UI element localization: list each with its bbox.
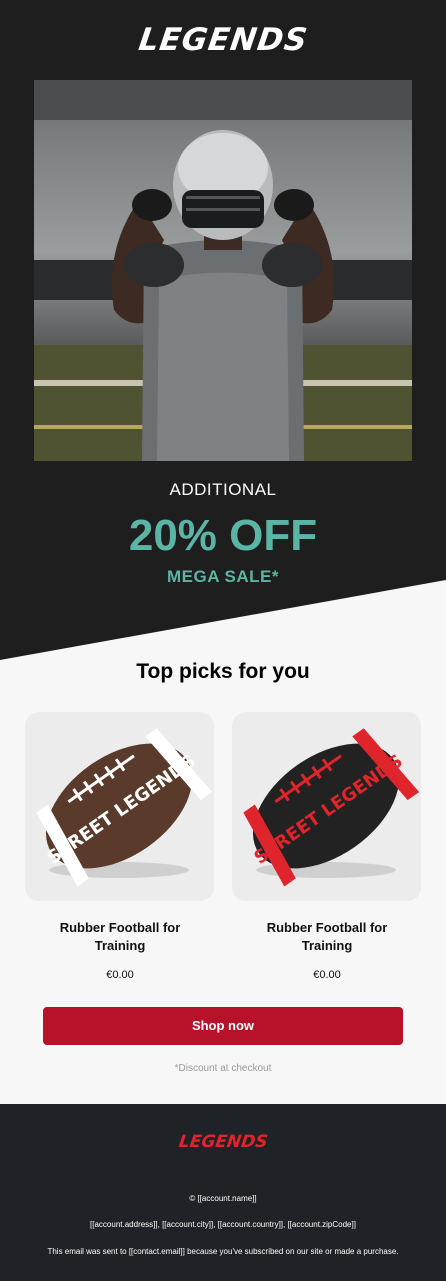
footer-logo[interactable]: LEGENDS — [0, 1132, 446, 1152]
hero-section: LEGENDS ADDITIONAL 20% OFF MEGA SALE* — [0, 0, 446, 660]
footer-sent-notice: This email was sent to [[contact.email]]… — [47, 1247, 399, 1256]
discount-note: *Discount at checkout — [174, 1063, 272, 1074]
footer-address: [[account.address]], [[account.city]], [… — [90, 1220, 356, 1229]
top-picks-title: Top picks for you — [136, 660, 310, 683]
additional-label: ADDITIONAL — [169, 480, 277, 499]
brand-logo[interactable]: LEGENDS — [0, 22, 446, 58]
footer: LEGENDS © [[account.name]] [[account.add… — [0, 1104, 446, 1281]
footer-panel: LEGENDS © [[account.name]] [[account.add… — [0, 1104, 446, 1281]
hero-image[interactable] — [34, 80, 412, 461]
product-price: €0.00 — [313, 969, 341, 981]
football-brown-icon: STREET LEGENDS — [36, 728, 213, 887]
product-image[interactable]: STREET LEGENDS — [25, 712, 214, 901]
brand-logo-text: LEGENDS — [136, 22, 310, 58]
product-card[interactable]: STREET LEGENDS Rubber Football for Train… — [25, 712, 215, 981]
footer-logo-text: LEGENDS — [177, 1132, 269, 1152]
shop-now-button[interactable]: Shop now — [43, 1007, 403, 1045]
mega-sale-label: MEGA SALE* — [166, 567, 280, 586]
footer-copyright: © [[account.name]] — [189, 1194, 257, 1203]
product-name[interactable]: Rubber Football for Training — [232, 919, 422, 955]
product-price: €0.00 — [106, 969, 134, 981]
product-image[interactable]: STREET LEGENDS — [232, 712, 421, 901]
product-card[interactable]: STREET LEGENDS Rubber Football for Train… — [232, 712, 422, 981]
football-black-red-icon: STREET LEGENDS — [243, 728, 420, 887]
email-page: LEGENDS ADDITIONAL 20% OFF MEGA SALE* To… — [0, 0, 446, 1281]
discount-headline: 20% OFF — [128, 511, 318, 560]
football-player-illustration — [34, 80, 412, 461]
product-name[interactable]: Rubber Football for Training — [25, 919, 215, 955]
